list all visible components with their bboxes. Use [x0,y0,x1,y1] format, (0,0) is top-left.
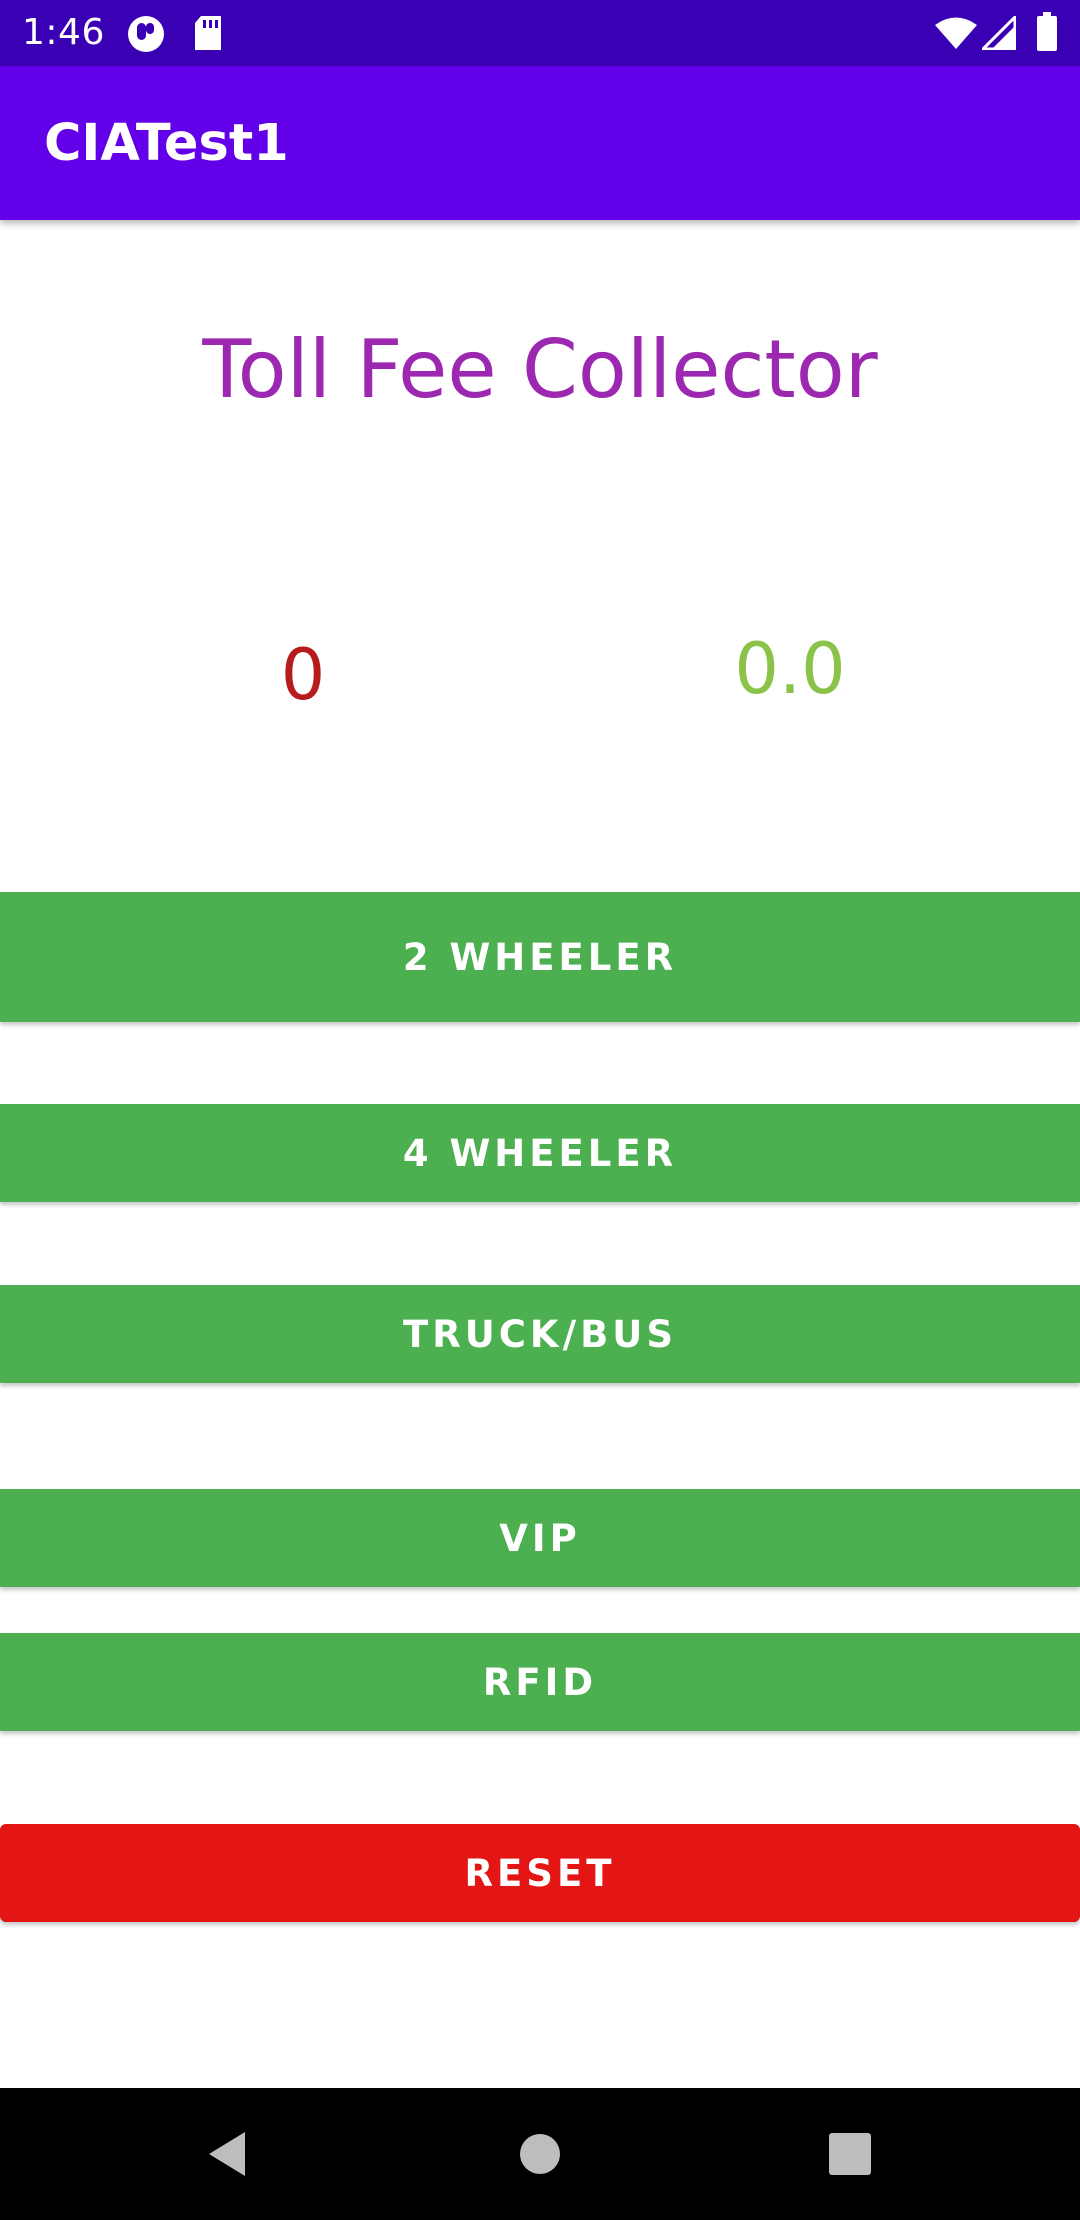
signal-icon [979,13,1017,54]
status-bar: 1:46 [0,0,1080,66]
wifi-icon [934,16,978,54]
app-title: CIATest1 [44,114,289,173]
sd-card-icon [192,15,224,55]
home-icon[interactable] [504,2118,576,2190]
app-bar: CIATest1 [0,66,1080,220]
notification-icon [126,14,166,58]
two-wheeler-button[interactable]: 2 WHEELER [0,892,1080,1022]
back-icon[interactable] [191,2118,263,2190]
truck-bus-button[interactable]: TRUCK/BUS [0,1285,1080,1383]
vehicle-count: 0 [280,634,326,716]
navigation-bar [0,2088,1080,2220]
status-time: 1:46 [22,12,105,53]
rfid-button[interactable]: RFID [0,1633,1080,1731]
vip-button[interactable]: VIP [0,1489,1080,1587]
recents-icon[interactable] [814,2118,886,2190]
four-wheeler-button[interactable]: 4 WHEELER [0,1104,1080,1202]
reset-button[interactable]: RESET [0,1824,1080,1922]
page-title: Toll Fee Collector [202,323,878,416]
total-amount: 0.0 [734,628,846,710]
battery-icon [1036,12,1058,56]
